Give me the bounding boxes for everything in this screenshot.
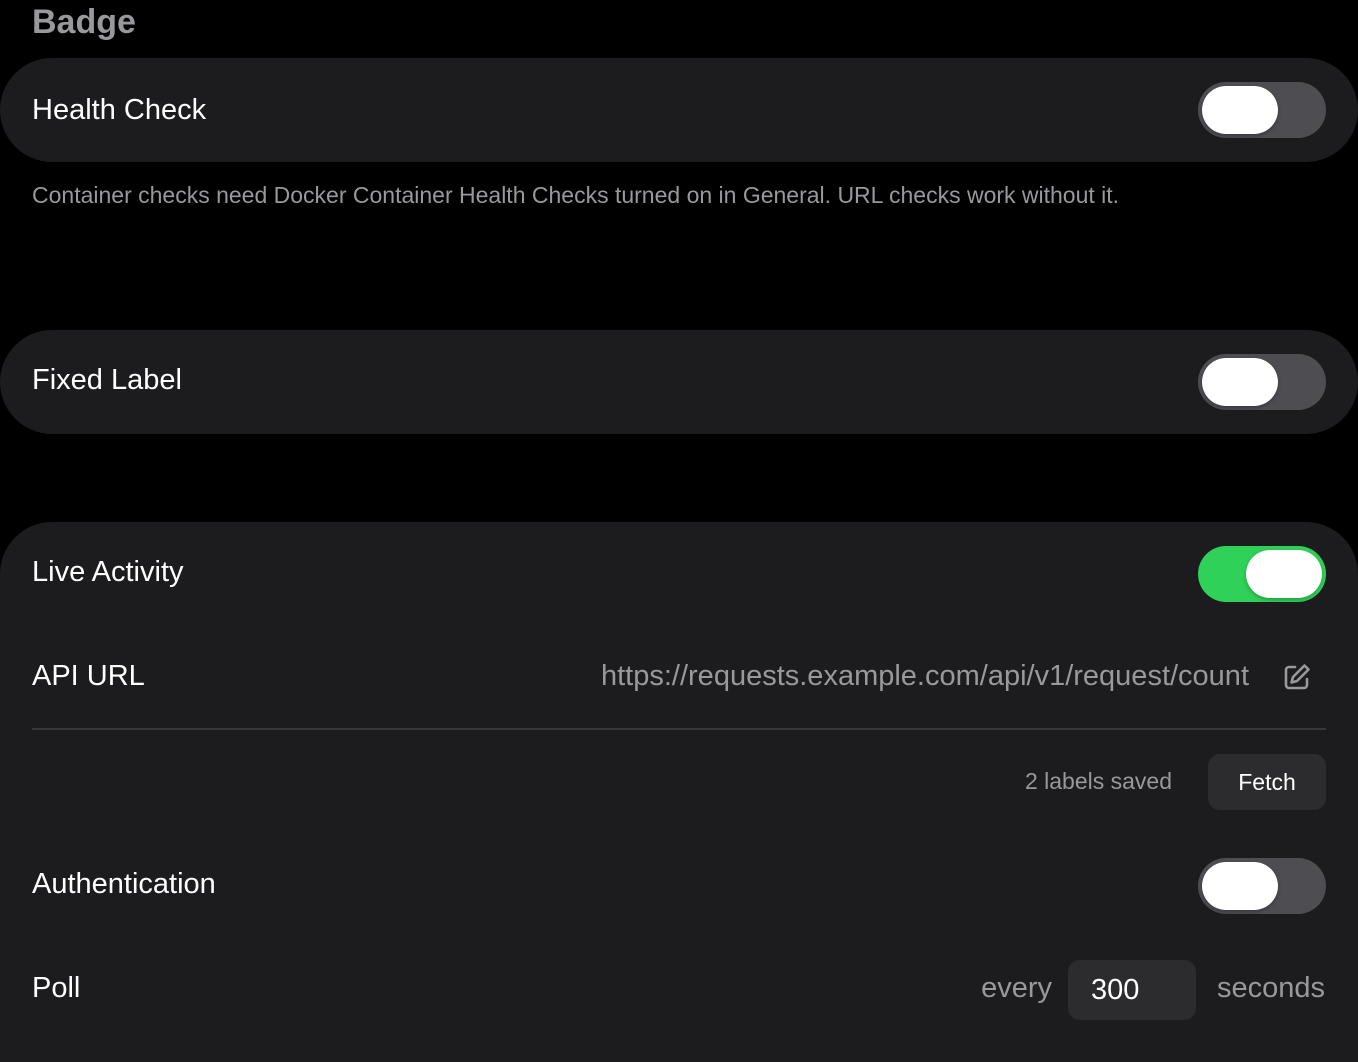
- section-title: Badge: [32, 3, 136, 41]
- api-url-value[interactable]: https://requests.example.com/api/v1/requ…: [601, 659, 1249, 693]
- health-check-label: Health Check: [32, 94, 207, 126]
- poll-prefix: every: [981, 972, 1052, 1004]
- poll-interval-input[interactable]: [1068, 960, 1196, 1020]
- live-activity-toggle[interactable]: [1198, 546, 1326, 602]
- edit-icon[interactable]: [1281, 661, 1313, 693]
- authentication-toggle[interactable]: [1198, 858, 1326, 914]
- divider: [32, 728, 1326, 730]
- health-check-toggle[interactable]: [1198, 82, 1326, 138]
- fixed-label-row: Fixed Label: [0, 330, 1358, 434]
- fetch-button[interactable]: Fetch: [1208, 754, 1326, 810]
- poll-suffix: seconds: [1216, 972, 1325, 1004]
- poll-label: Poll: [32, 972, 81, 1004]
- health-check-footnote: Container checks need Docker Container H…: [32, 182, 1120, 208]
- toggle-knob: [1246, 550, 1322, 598]
- authentication-label: Authentication: [32, 868, 216, 900]
- labels-saved-status: 2 labels saved: [1024, 768, 1172, 794]
- fixed-label-toggle[interactable]: [1198, 354, 1326, 410]
- toggle-knob: [1202, 358, 1278, 406]
- fixed-label-label: Fixed Label: [32, 364, 182, 396]
- health-check-row: Health Check: [0, 58, 1358, 162]
- toggle-knob: [1202, 862, 1278, 910]
- api-url-label: API URL: [32, 660, 145, 692]
- live-activity-card: Live Activity API URL https://requests.e…: [0, 522, 1358, 1062]
- toggle-knob: [1202, 86, 1278, 134]
- live-activity-label: Live Activity: [32, 556, 184, 588]
